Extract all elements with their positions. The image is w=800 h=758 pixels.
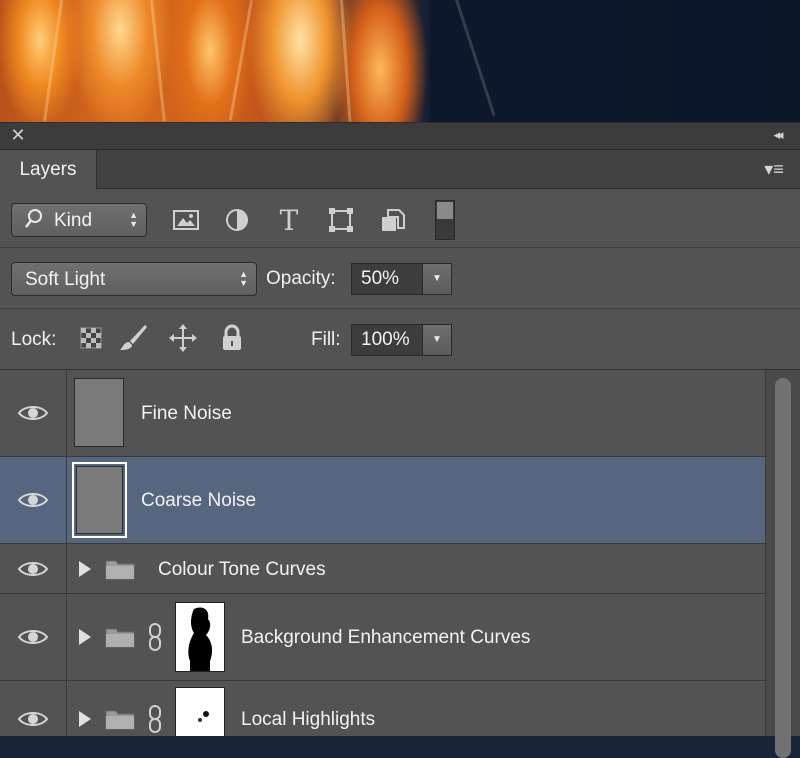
layers-panel: ✕ ◂◂ Layers ▾≡ Kind ▲ ▼ T Soft Light ▲ ▼… (0, 122, 800, 758)
visibility-column (0, 370, 67, 456)
lock-row: Lock: Fill: 100% ▼ (0, 309, 800, 370)
eye-icon[interactable] (17, 403, 49, 423)
panel-tabbar: Layers ▾≡ (0, 150, 800, 189)
folder-icon (105, 628, 135, 648)
layer-mask-thumbnail[interactable] (175, 687, 225, 736)
layer-name[interactable]: Background Enhancement Curves (241, 627, 530, 649)
close-panel-button[interactable]: ✕ (9, 125, 27, 145)
search-icon (24, 208, 44, 235)
scrollbar-thumb[interactable] (775, 378, 791, 758)
visibility-column (0, 457, 67, 543)
layer-name[interactable]: Local Highlights (241, 709, 375, 731)
fill-slider-button[interactable]: ▼ (422, 324, 452, 356)
dropdown-arrows-icon: ▲ ▼ (129, 210, 138, 229)
layer-row[interactable]: Background Enhancement Curves (0, 594, 765, 681)
fill-input[interactable]: 100% (351, 324, 423, 356)
lock-transparent-pixels-icon[interactable] (76, 323, 106, 353)
fill-label: Fill: (311, 329, 341, 350)
panel-titlebar: ✕ ◂◂ (0, 123, 800, 150)
lock-label: Lock: (11, 329, 57, 350)
expand-group-icon[interactable] (79, 711, 91, 727)
visibility-column (0, 594, 67, 680)
visibility-column (0, 681, 67, 736)
folder-icon (105, 710, 135, 730)
collapse-panel-button[interactable]: ◂◂ (766, 125, 788, 145)
opacity-label: Opacity: (266, 268, 336, 289)
lock-position-move-icon[interactable] (168, 323, 198, 353)
expand-group-icon[interactable] (79, 629, 91, 645)
visibility-column (0, 544, 67, 593)
blend-mode-row: Soft Light ▲ ▼ Opacity: 50% ▼ (0, 248, 800, 309)
filter-kind-label: Kind (54, 210, 93, 231)
eye-icon[interactable] (17, 627, 49, 647)
filter-kind-dropdown[interactable]: Kind ▲ ▼ (11, 203, 147, 237)
filter-toggle-switch[interactable] (435, 200, 455, 240)
smart-object-filter-icon[interactable] (377, 204, 409, 236)
eye-icon[interactable] (17, 709, 49, 729)
layer-row-selected[interactable]: Coarse Noise (0, 457, 765, 544)
layers-scrollbar[interactable] (765, 370, 800, 758)
folder-icon (105, 560, 135, 580)
opacity-slider-button[interactable]: ▼ (422, 263, 452, 295)
eye-icon[interactable] (17, 490, 49, 510)
fire-wisp (455, 0, 496, 117)
type-layer-filter-icon[interactable]: T (273, 204, 305, 237)
blend-mode-dropdown[interactable]: Soft Light ▲ ▼ (11, 262, 257, 296)
expand-group-icon[interactable] (79, 561, 91, 577)
layer-filter-row: Kind ▲ ▼ T (0, 189, 800, 248)
mask-link-chain-icon[interactable] (145, 622, 165, 652)
lock-all-padlock-icon[interactable] (217, 323, 247, 353)
blend-mode-value: Soft Light (25, 269, 106, 290)
lock-image-pixels-brush-icon[interactable] (118, 323, 148, 353)
panel-menu-button[interactable]: ▾≡ (758, 158, 790, 180)
shape-layer-filter-icon[interactable] (325, 204, 357, 236)
filter-toggle-knob (437, 202, 453, 219)
layer-mask-thumbnail[interactable] (175, 602, 225, 672)
adjustment-layer-filter-icon[interactable] (221, 204, 253, 236)
layer-row[interactable]: Local Highlights (0, 681, 765, 736)
pixel-layer-filter-icon[interactable] (170, 204, 202, 236)
tab-layers[interactable]: Layers (0, 150, 97, 189)
layer-row[interactable]: Fine Noise (0, 370, 765, 457)
layer-name[interactable]: Coarse Noise (141, 490, 256, 512)
dropdown-arrows-icon: ▲ ▼ (239, 269, 248, 288)
fire-image (0, 0, 430, 122)
layers-list: Fine Noise Coarse Noise Colour Tone Curv… (0, 370, 765, 736)
layer-row[interactable]: Colour Tone Curves (0, 544, 765, 594)
layer-thumbnail[interactable] (74, 378, 124, 447)
background-photo (0, 0, 800, 122)
layer-name[interactable]: Colour Tone Curves (158, 559, 326, 581)
mask-link-chain-icon[interactable] (145, 704, 165, 734)
layer-name[interactable]: Fine Noise (141, 403, 232, 425)
eye-icon[interactable] (17, 559, 49, 579)
layer-thumbnail[interactable] (72, 462, 127, 538)
opacity-input[interactable]: 50% (351, 263, 423, 295)
